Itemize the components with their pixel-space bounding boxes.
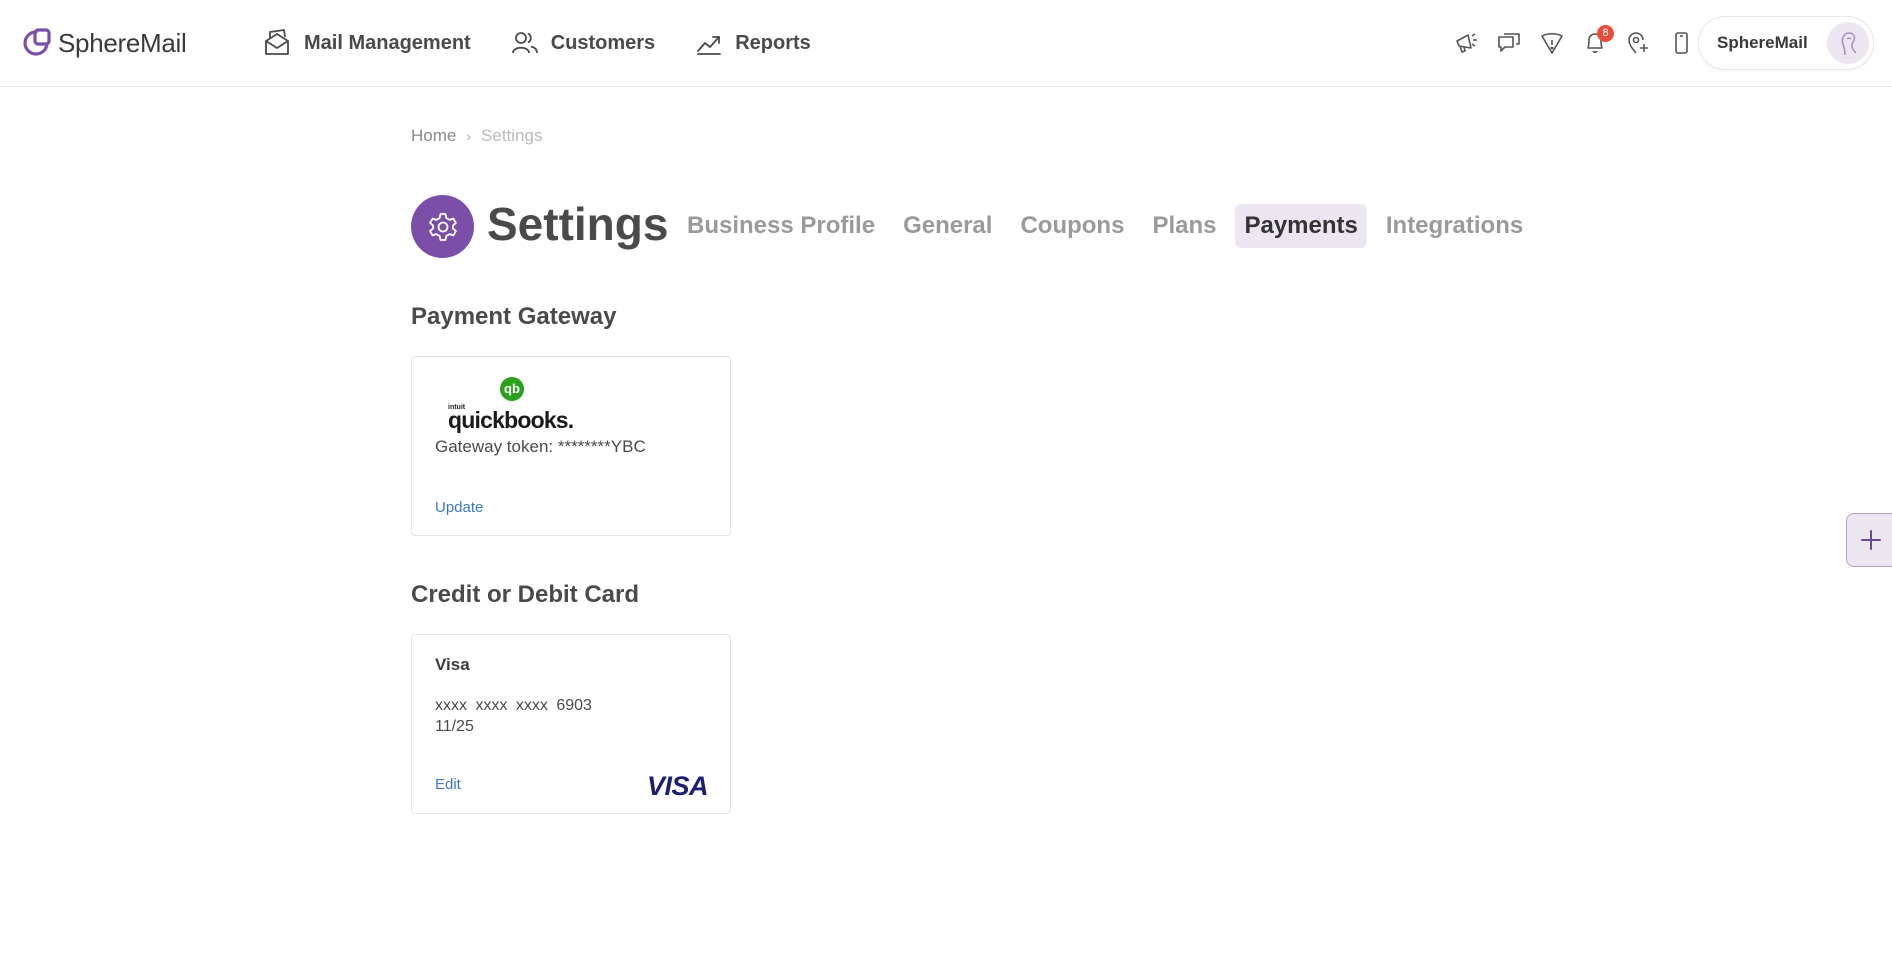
app-logo[interactable]: SphereMail bbox=[22, 26, 187, 60]
card-brand: Visa bbox=[435, 655, 470, 674]
update-gateway-link[interactable]: Update bbox=[435, 499, 483, 516]
payment-gateway-title: Payment Gateway bbox=[411, 303, 617, 330]
breadcrumb-current: Settings bbox=[481, 126, 543, 145]
card-expiry: 11/25 bbox=[435, 718, 474, 735]
top-bar: SphereMail Mail Management Customers Rep… bbox=[0, 0, 1892, 87]
nav-mail-management[interactable]: Mail Management bbox=[262, 28, 471, 58]
tab-business-profile[interactable]: Business Profile bbox=[678, 204, 884, 248]
shield-alert-icon bbox=[1541, 32, 1563, 54]
quickbooks-wordmark: quickbooks. bbox=[448, 407, 574, 433]
account-menu[interactable]: SphereMail bbox=[1698, 16, 1874, 70]
tab-plans[interactable]: Plans bbox=[1143, 204, 1225, 248]
spheremail-logo-icon bbox=[23, 28, 51, 56]
toolbar: 8 bbox=[1438, 25, 1696, 58]
account-name: SphereMail bbox=[1717, 33, 1808, 52]
megaphone-icon bbox=[1456, 33, 1477, 53]
nav-customers[interactable]: Customers bbox=[511, 29, 655, 57]
chat-icon bbox=[1498, 33, 1520, 52]
nav-label: Mail Management bbox=[304, 31, 471, 54]
tab-general[interactable]: General bbox=[894, 204, 1001, 248]
tab-integrations[interactable]: Integrations bbox=[1377, 204, 1532, 248]
messages-button[interactable] bbox=[1494, 28, 1524, 58]
alerts-button[interactable] bbox=[1537, 28, 1567, 58]
nav-reports[interactable]: Reports bbox=[695, 29, 811, 57]
user-avatar-icon bbox=[1841, 32, 1857, 56]
mobile-app-button[interactable] bbox=[1666, 28, 1696, 58]
mobile-icon bbox=[1675, 32, 1688, 54]
card-number: xxxx xxxx xxxx 6903 bbox=[435, 697, 592, 714]
quickbooks-mark: qb bbox=[500, 377, 524, 401]
location-add-icon bbox=[1628, 32, 1648, 54]
users-icon bbox=[511, 32, 538, 54]
quickbooks-logo: qb intuit quickbooks. bbox=[448, 377, 574, 433]
credit-card: Visa xxxx xxxx xxxx 6903 11/25 Edit VISA bbox=[411, 634, 731, 814]
main-nav: Mail Management Customers Reports bbox=[262, 26, 851, 60]
breadcrumb-home-link[interactable]: Home bbox=[411, 126, 456, 146]
plus-icon bbox=[1861, 530, 1881, 550]
add-location-button[interactable] bbox=[1623, 28, 1653, 58]
gear-icon bbox=[428, 212, 457, 241]
breadcrumb-separator: › bbox=[466, 128, 472, 144]
trend-chart-icon bbox=[697, 36, 722, 55]
settings-tabs: Business Profile General Coupons Plans P… bbox=[678, 204, 1542, 248]
tab-coupons[interactable]: Coupons bbox=[1011, 204, 1133, 248]
notification-count-badge: 8 bbox=[1597, 25, 1614, 42]
nav-label: Customers bbox=[550, 31, 656, 54]
app-name: SphereMail bbox=[58, 27, 187, 58]
payment-gateway-card: qb intuit quickbooks. Gateway token: ***… bbox=[411, 356, 731, 536]
tab-payments[interactable]: Payments bbox=[1235, 204, 1367, 248]
credit-card-title: Credit or Debit Card bbox=[411, 581, 640, 608]
add-button[interactable] bbox=[1846, 513, 1892, 567]
notifications-button[interactable]: 8 bbox=[1580, 25, 1614, 58]
announcements-button[interactable] bbox=[1451, 28, 1481, 58]
gateway-token: Gateway token: ********YBC bbox=[435, 437, 646, 456]
mail-stack-icon bbox=[265, 29, 289, 55]
page-title: Settings bbox=[487, 198, 669, 250]
visa-logo: VISA bbox=[646, 771, 709, 801]
edit-card-link[interactable]: Edit bbox=[435, 776, 461, 793]
avatar bbox=[1827, 22, 1869, 64]
nav-label: Reports bbox=[735, 31, 811, 54]
settings-page-icon bbox=[411, 195, 474, 258]
breadcrumb: Home › Settings bbox=[411, 126, 542, 146]
